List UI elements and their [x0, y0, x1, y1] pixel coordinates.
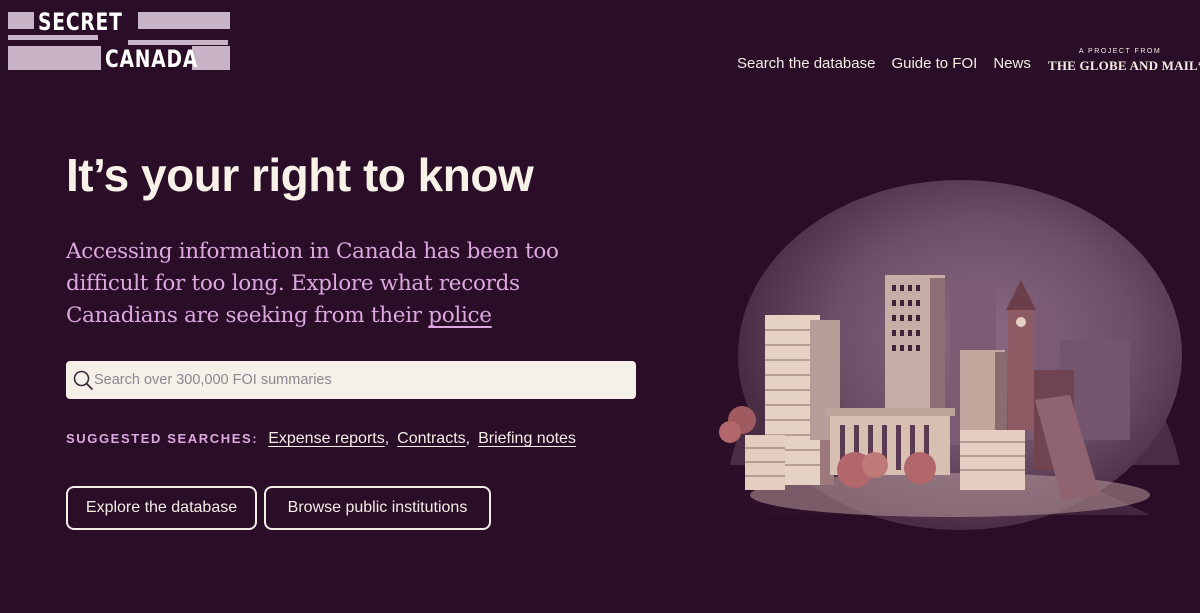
suggested-contracts[interactable]: Contracts [397, 430, 465, 448]
suggested-expense-reports[interactable]: Expense reports [268, 430, 385, 448]
page-headline: It’s your right to know [66, 149, 534, 201]
hero-lede: Accessing information in Canada has been… [66, 236, 626, 332]
search-bar [66, 361, 636, 399]
globe-and-mail-logo[interactable]: A PROJECT FROM THE GLOBE AND MAIL* [1048, 48, 1200, 74]
nav-search-database[interactable]: Search the database [737, 55, 875, 72]
city-buildings-illustration [640, 180, 1182, 530]
search-input[interactable] [94, 361, 624, 399]
logo-text-canada: CANADA [105, 45, 199, 73]
nav-news[interactable]: News [993, 55, 1031, 72]
publisher-name: THE GLOBE AND MAIL* [1048, 58, 1200, 73]
nav-guide-to-foi[interactable]: Guide to FOI [891, 55, 977, 72]
logo-text-secret: SECRET [38, 8, 123, 36]
separator: , [465, 430, 471, 447]
logo-redaction-bar [8, 46, 101, 70]
logo-redaction-bar [8, 12, 34, 29]
browse-institutions-button[interactable]: Browse public institutions [264, 486, 491, 530]
lede-police-link[interactable]: police [428, 303, 492, 328]
separator: , [384, 430, 390, 447]
logo-redaction-bar [138, 12, 230, 29]
suggested-briefing-notes[interactable]: Briefing notes [478, 430, 576, 448]
search-icon [73, 370, 93, 390]
suggested-searches: SUGGESTED SEARCHES: Expense reports, Con… [66, 430, 576, 448]
publisher-tagline: A PROJECT FROM [1078, 48, 1162, 55]
secret-canada-logo[interactable]: SECRET CANADA [8, 8, 232, 73]
page: SECRET CANADA Search the database Guide … [0, 0, 1200, 613]
main-nav: Search the database Guide to FOI News [737, 55, 1031, 72]
explore-database-button[interactable]: Explore the database [66, 486, 257, 530]
suggested-searches-label: SUGGESTED SEARCHES: [66, 431, 259, 446]
